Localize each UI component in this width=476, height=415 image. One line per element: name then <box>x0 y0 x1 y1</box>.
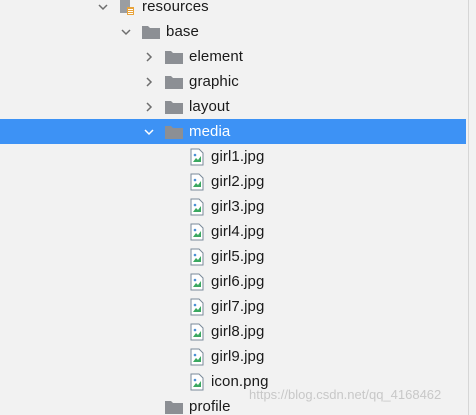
folder-icon <box>165 400 183 414</box>
tree-item-graphic[interactable]: graphic <box>0 69 466 94</box>
chevron-right-icon[interactable] <box>143 101 155 113</box>
tree-item-resources[interactable]: resources <box>0 0 466 19</box>
tree-item-label: resources <box>142 0 209 15</box>
tree-file-item[interactable]: girl3.jpg <box>0 194 466 219</box>
file-label: girl1.jpg <box>211 148 265 165</box>
chevron-right-icon[interactable] <box>143 51 155 63</box>
file-label: girl8.jpg <box>211 323 265 340</box>
tree-item-label: graphic <box>189 73 239 90</box>
chevron-right-icon[interactable] <box>143 76 155 88</box>
tree-file-item[interactable]: girl9.jpg <box>0 344 466 369</box>
image-file-icon <box>190 173 204 191</box>
tree-file-item[interactable]: girl6.jpg <box>0 269 466 294</box>
tree-item-profile[interactable]: profile <box>0 394 466 415</box>
panel-border <box>468 0 469 415</box>
image-file-icon <box>190 348 204 366</box>
file-label: girl5.jpg <box>211 248 265 265</box>
file-label: girl2.jpg <box>211 173 265 190</box>
folder-icon <box>165 125 183 139</box>
tree-item-label: profile <box>189 398 231 415</box>
folder-icon <box>165 50 183 64</box>
tree-item-media[interactable]: media <box>0 119 466 144</box>
folder-icon <box>165 100 183 114</box>
image-file-icon <box>190 373 204 391</box>
tree-file-item[interactable]: girl1.jpg <box>0 144 466 169</box>
image-file-icon <box>190 273 204 291</box>
image-file-icon <box>190 198 204 216</box>
tree-file-item[interactable]: girl8.jpg <box>0 319 466 344</box>
image-file-icon <box>190 323 204 341</box>
tree-item-label: media <box>189 123 231 140</box>
image-file-icon <box>190 148 204 166</box>
chevron-down-icon[interactable] <box>143 126 155 138</box>
resource-folder-icon <box>119 0 135 16</box>
tree-item-element[interactable]: element <box>0 44 466 69</box>
tree-item-layout[interactable]: layout <box>0 94 466 119</box>
tree-item-label: element <box>189 48 244 65</box>
file-label: girl4.jpg <box>211 223 265 240</box>
chevron-down-icon[interactable] <box>97 1 109 13</box>
tree-file-item[interactable]: girl4.jpg <box>0 219 466 244</box>
tree-file-item[interactable]: girl7.jpg <box>0 294 466 319</box>
tree-file-item[interactable]: girl2.jpg <box>0 169 466 194</box>
image-file-icon <box>190 223 204 241</box>
folder-icon <box>142 25 160 39</box>
image-file-icon <box>190 248 204 266</box>
file-label: girl9.jpg <box>211 348 265 365</box>
chevron-down-icon[interactable] <box>120 26 132 38</box>
tree-file-item[interactable]: girl5.jpg <box>0 244 466 269</box>
tree-item-label: base <box>166 23 199 40</box>
tree-item-base[interactable]: base <box>0 19 466 44</box>
tree-item-label: layout <box>189 98 230 115</box>
file-label: girl7.jpg <box>211 298 265 315</box>
file-label: girl3.jpg <box>211 198 265 215</box>
folder-icon <box>165 75 183 89</box>
project-tree: resources base element graphic layout me… <box>0 0 476 415</box>
tree-file-item[interactable]: icon.png <box>0 369 466 394</box>
file-label: icon.png <box>211 373 269 390</box>
image-file-icon <box>190 298 204 316</box>
file-label: girl6.jpg <box>211 273 265 290</box>
